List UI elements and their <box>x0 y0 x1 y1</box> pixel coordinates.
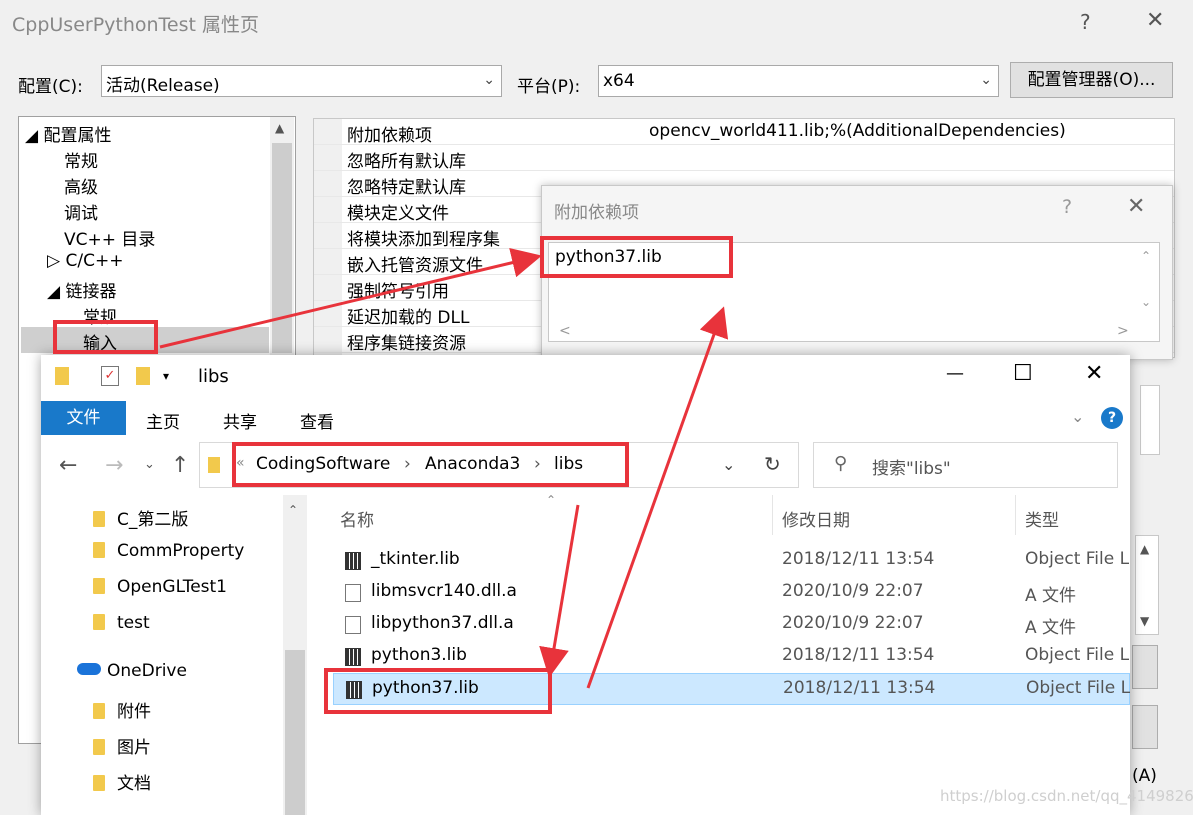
watermark: https://blog.csdn.net/qq_41498261 <box>940 787 1193 805</box>
arrow-to-dependency <box>159 247 542 349</box>
arrow-file-to-dialog <box>586 306 729 689</box>
arrow-to-file <box>539 504 580 678</box>
annotation-arrows <box>159 247 729 689</box>
